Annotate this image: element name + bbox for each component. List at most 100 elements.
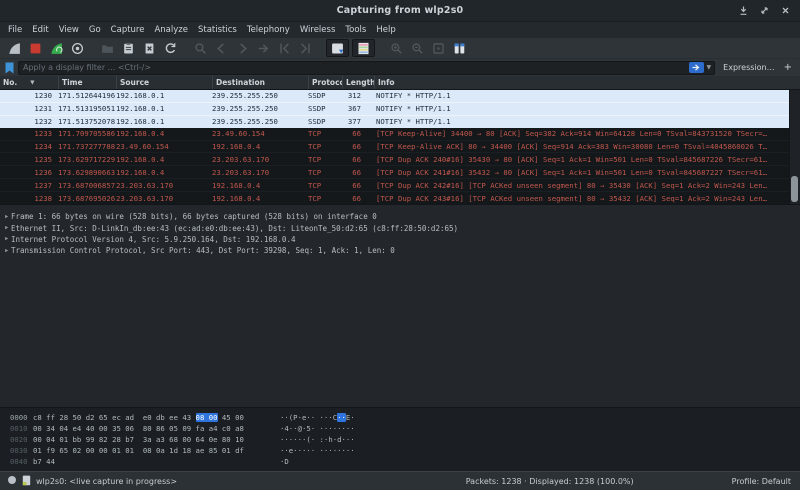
packet-row[interactable]: 1232 171.513752078 192.168.0.1 239.255.2… bbox=[0, 115, 789, 128]
menu-capture[interactable]: Capture bbox=[106, 25, 150, 35]
filter-bookmark-icon[interactable] bbox=[3, 61, 16, 75]
find-packet-icon bbox=[191, 40, 209, 56]
expert-info-icon[interactable] bbox=[7, 475, 17, 487]
menu-analyze[interactable]: Analyze bbox=[149, 25, 193, 35]
detail-tree-item[interactable]: ▶ Ethernet II, Src: D-LinkIn_db:ee:43 (e… bbox=[0, 222, 800, 233]
zoom-out-icon bbox=[408, 40, 426, 56]
detail-tree-item[interactable]: ▶ Internet Protocol Version 4, Src: 5.9.… bbox=[0, 234, 800, 245]
open-file-icon bbox=[98, 40, 116, 56]
menu-edit[interactable]: Edit bbox=[27, 25, 53, 35]
display-filter-field: ▼ bbox=[18, 61, 715, 75]
packet-details-pane: ▶ Frame 1: 66 bytes on wire (528 bits), … bbox=[0, 204, 800, 407]
packet-row[interactable]: 1231 171.513195051 192.168.0.1 239.255.2… bbox=[0, 102, 789, 115]
packet-row[interactable]: 1230 171.512644196 192.168.0.1 239.255.2… bbox=[0, 90, 789, 102]
column-header-info[interactable]: Info bbox=[374, 76, 800, 89]
hex-bytes[interactable]: 00 04 01 bb 99 82 28 b7 3a a3 68 00 64 0… bbox=[33, 435, 270, 444]
menu-help[interactable]: Help bbox=[371, 25, 400, 35]
go-first-icon bbox=[275, 40, 293, 56]
maximize-icon[interactable] bbox=[758, 5, 770, 17]
capture-comment-icon[interactable] bbox=[22, 475, 31, 488]
hex-offset: 0000 bbox=[10, 413, 33, 422]
apply-filter-icon[interactable] bbox=[689, 62, 704, 73]
ascii-bytes[interactable]: ······(· :·h·d··· bbox=[280, 435, 355, 444]
menu-bar: File Edit View Go Capture Analyze Statis… bbox=[0, 22, 800, 38]
filter-dropdown-icon[interactable]: ▼ bbox=[707, 64, 712, 71]
capture-status-text: wlp2s0: <live capture in progress> bbox=[36, 477, 177, 486]
hex-row[interactable]: 0020 00 04 01 bb 99 82 28 b7 3a a3 68 00… bbox=[0, 434, 800, 445]
display-filter-input[interactable] bbox=[23, 62, 689, 74]
wireshark-window: Capturing from wlp2s0 File Edit View Go … bbox=[0, 0, 800, 490]
close-file-icon[interactable] bbox=[140, 40, 158, 56]
expand-arrow-icon[interactable]: ▶ bbox=[0, 248, 11, 254]
auto-scroll-icon[interactable] bbox=[326, 39, 349, 57]
hex-row[interactable]: 0010 00 34 04 e4 40 00 35 06 80 86 05 09… bbox=[0, 423, 800, 434]
colorize-icon[interactable] bbox=[352, 39, 375, 57]
packet-row[interactable]: 1238 173.687695026 23.203.63.170 192.168… bbox=[0, 191, 789, 204]
packet-row[interactable]: 1233 171.709705586 192.168.0.4 23.49.60.… bbox=[0, 128, 789, 140]
go-to-packet-icon bbox=[254, 40, 272, 56]
stop-capture-icon[interactable] bbox=[26, 40, 44, 56]
packet-rows: 1230 171.512644196 192.168.0.1 239.255.2… bbox=[0, 90, 789, 204]
profile-label[interactable]: Profile: Default bbox=[732, 477, 791, 486]
status-bar: wlp2s0: <live capture in progress> Packe… bbox=[0, 471, 800, 490]
packet-row[interactable]: 1235 173.629717229 192.168.0.4 23.203.63… bbox=[0, 152, 789, 165]
selected-ascii: ·· bbox=[337, 413, 346, 422]
window-controls bbox=[730, 5, 800, 17]
close-icon[interactable] bbox=[779, 5, 791, 17]
column-header-protocol[interactable]: Protocol bbox=[308, 76, 342, 89]
add-filter-button[interactable]: + bbox=[784, 62, 792, 73]
hex-bytes[interactable]: 01 f9 65 02 00 00 01 01 08 0a 1d 18 ae 8… bbox=[33, 446, 270, 455]
expression-button[interactable]: Expression… bbox=[723, 63, 774, 72]
go-forward-icon bbox=[233, 40, 251, 56]
menu-view[interactable]: View bbox=[54, 25, 84, 35]
menu-file[interactable]: File bbox=[3, 25, 27, 35]
go-last-icon bbox=[296, 40, 314, 56]
menu-go[interactable]: Go bbox=[84, 25, 106, 35]
selected-bytes: 08 00 bbox=[196, 413, 218, 422]
column-header-length[interactable]: Length bbox=[342, 76, 374, 89]
menu-wireless[interactable]: Wireless bbox=[295, 25, 341, 35]
start-capture-icon bbox=[5, 40, 23, 56]
expand-arrow-icon[interactable]: ▶ bbox=[0, 236, 11, 242]
expand-arrow-icon[interactable]: ▶ bbox=[0, 225, 11, 231]
ascii-bytes[interactable]: ··(P·e·· ···C··E· bbox=[280, 413, 355, 422]
capture-options-icon[interactable] bbox=[68, 40, 86, 56]
column-header-destination[interactable]: Destination bbox=[212, 76, 308, 89]
packet-list-scrollbar[interactable] bbox=[789, 90, 800, 204]
detail-tree-item[interactable]: ▶ Transmission Control Protocol, Src Por… bbox=[0, 245, 800, 256]
menu-statistics[interactable]: Statistics bbox=[193, 25, 242, 35]
hex-bytes[interactable]: c8 ff 28 50 d2 65 ec ad e0 db ee 43 08 0… bbox=[33, 413, 270, 422]
hex-row[interactable]: 0030 01 f9 65 02 00 00 01 01 08 0a 1d 18… bbox=[0, 445, 800, 456]
hex-row[interactable]: 0000 c8 ff 28 50 d2 65 ec ad e0 db ee 43… bbox=[0, 412, 800, 423]
reload-icon[interactable] bbox=[161, 40, 179, 56]
hex-bytes[interactable]: 00 34 04 e4 40 00 35 06 80 86 05 09 fa a… bbox=[33, 424, 270, 433]
normal-size-icon bbox=[429, 40, 447, 56]
hex-bytes[interactable]: b7 44 bbox=[33, 457, 270, 466]
column-header-source[interactable]: Source bbox=[116, 76, 212, 89]
filter-toolbar: ▼ Expression… + bbox=[0, 58, 800, 76]
ascii-bytes[interactable]: ·4··@·5· ········ bbox=[280, 424, 355, 433]
save-file-icon[interactable] bbox=[119, 40, 137, 56]
minimize-icon[interactable] bbox=[737, 5, 749, 17]
ascii-bytes[interactable]: ··e····· ········ bbox=[280, 446, 355, 455]
hex-row[interactable]: 0040 b7 44 ·D bbox=[0, 456, 800, 467]
hex-offset: 0010 bbox=[10, 424, 33, 433]
zoom-in-icon bbox=[387, 40, 405, 56]
packet-row[interactable]: 1237 173.687006857 23.203.63.170 192.168… bbox=[0, 178, 789, 191]
ascii-bytes[interactable]: ·D bbox=[280, 457, 289, 466]
expand-arrow-icon[interactable]: ▶ bbox=[0, 214, 11, 220]
column-header-no[interactable]: No. ▼ bbox=[0, 76, 58, 89]
packet-row[interactable]: 1236 173.629890663 192.168.0.4 23.203.63… bbox=[0, 165, 789, 178]
scrollbar-thumb[interactable] bbox=[791, 176, 798, 202]
menu-telephony[interactable]: Telephony bbox=[242, 25, 295, 35]
packet-list: 1230 171.512644196 192.168.0.1 239.255.2… bbox=[0, 90, 800, 204]
resize-columns-icon[interactable] bbox=[450, 40, 468, 56]
sort-descending-icon: ▼ bbox=[30, 80, 34, 86]
menu-tools[interactable]: Tools bbox=[340, 25, 371, 35]
restart-capture-icon[interactable] bbox=[47, 40, 65, 56]
packet-row[interactable]: 1234 171.737277788 23.49.60.154 192.168.… bbox=[0, 140, 789, 153]
packet-counts: Packets: 1238 · Displayed: 1238 (100.0%) bbox=[466, 477, 634, 486]
column-header-time[interactable]: Time bbox=[58, 76, 116, 89]
detail-tree-item[interactable]: ▶ Frame 1: 66 bytes on wire (528 bits), … bbox=[0, 211, 800, 222]
title-bar: Capturing from wlp2s0 bbox=[0, 0, 800, 22]
